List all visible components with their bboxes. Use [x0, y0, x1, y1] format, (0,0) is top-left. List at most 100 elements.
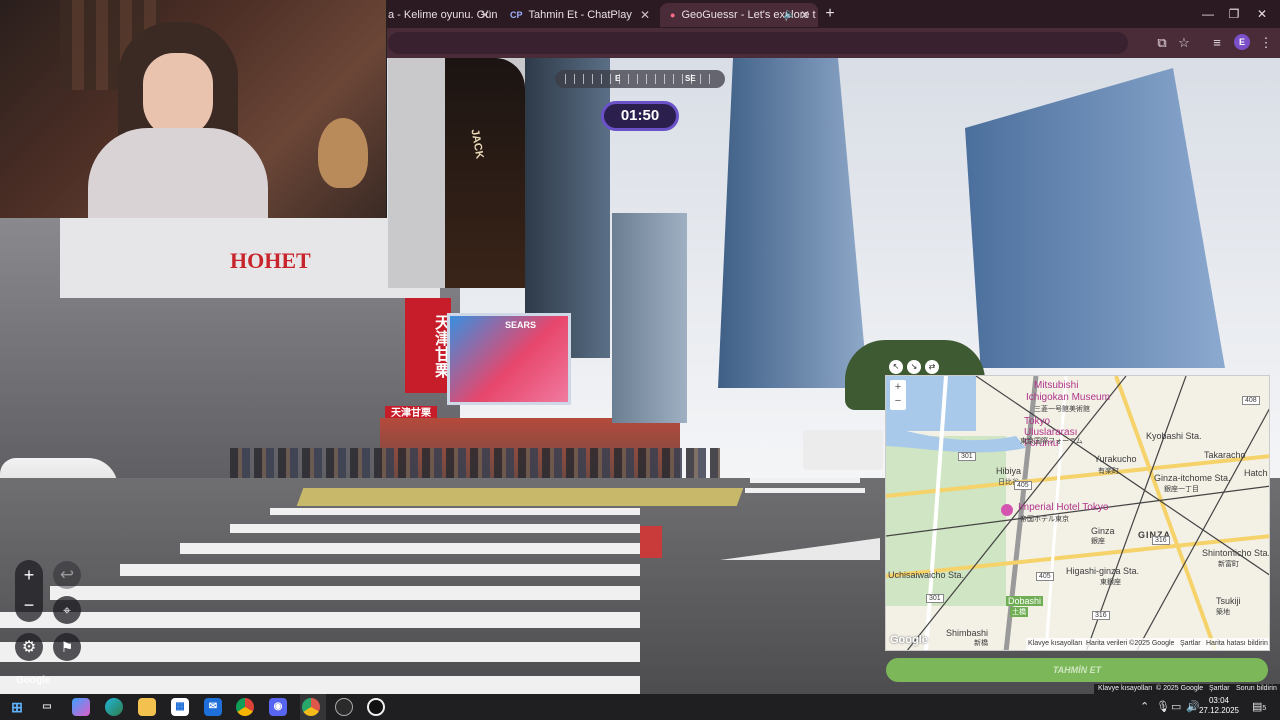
close-window-button[interactable]: ✕	[1244, 4, 1280, 24]
round-timer: 01:50	[601, 101, 679, 131]
map-zoom-out[interactable]: −	[890, 394, 906, 408]
map-road-number: 316	[1092, 611, 1110, 620]
webcam-overlay	[0, 0, 387, 218]
clock-date: 27.12.2025	[1198, 706, 1240, 715]
undo-move-button[interactable]: ↩	[53, 561, 81, 589]
map-label: 新富町	[1218, 561, 1239, 568]
webcam-person	[88, 18, 268, 218]
crosswalk-right	[745, 488, 865, 493]
compass-southeast: SE	[685, 74, 696, 83]
file-explorer-icon[interactable]	[138, 698, 156, 716]
tab-label: Tahmin Et - ChatPlay	[528, 9, 632, 21]
map-label: Ginza	[1091, 526, 1115, 536]
map-label: Imperial Hotel Tokyo	[1018, 502, 1109, 513]
map-label: 土橋	[1010, 607, 1028, 617]
tab-tahmin-et[interactable]: CP Tahmin Et - ChatPlay ✕	[500, 3, 658, 27]
map-google-logo: Google	[890, 634, 928, 646]
windows-start-icon[interactable]: ⊞	[8, 698, 26, 716]
map-report-link[interactable]: Harita hatası bildirin	[1206, 638, 1268, 650]
speaker-icon[interactable]: 🔈	[784, 3, 796, 27]
store-icon[interactable]: ▦	[171, 698, 189, 716]
map-terms-link[interactable]: Şartlar	[1180, 638, 1201, 650]
mail-icon[interactable]: ✉	[204, 698, 222, 716]
return-to-start-button[interactable]: ⌖	[53, 596, 81, 624]
map-size-controls: ↖ ↘ ⇄	[889, 356, 945, 374]
menu-kebab-icon[interactable]: ⋮	[1256, 33, 1276, 53]
billboard-bottle	[445, 58, 525, 288]
sidewalk	[296, 488, 744, 506]
display-icon[interactable]: ▭	[1171, 699, 1181, 715]
sv-terms-link[interactable]: Şartlar	[1209, 684, 1230, 694]
copilot-icon[interactable]	[72, 698, 90, 716]
vertical-sign: 天津甘栗	[405, 298, 451, 393]
guess-button[interactable]: TAHMİN ET	[886, 658, 1268, 682]
zoom-out-button[interactable]: −	[15, 590, 43, 620]
map-road-number: 408	[1242, 396, 1260, 405]
tab-close-icon[interactable]: ✕	[800, 3, 810, 27]
tab-kelime[interactable]: a - Kelime oyunu. Günlük ✕	[388, 3, 498, 27]
map-label: 築地	[1216, 609, 1230, 616]
sv-shortcuts-link[interactable]: Klavye kısayolları	[1098, 684, 1152, 694]
map-label: Takaracho	[1204, 450, 1246, 460]
map-shrink-icon[interactable]: ↘	[907, 360, 921, 374]
profile-avatar[interactable]: E	[1234, 34, 1250, 50]
task-view-icon[interactable]: ▭	[38, 698, 56, 716]
street-view-footer: Klavye kısayolları © 2025 Google Şartlar…	[1094, 684, 1280, 694]
red-curb	[640, 526, 662, 558]
address-bar[interactable]	[388, 32, 1128, 54]
flag-button[interactable]: ⚑	[53, 633, 81, 661]
map-label: Hatch	[1244, 468, 1268, 478]
system-clock[interactable]: 03:04 27.12.2025	[1196, 696, 1242, 716]
map-shortcuts-link[interactable]: Klavye kısayolları	[1028, 638, 1082, 650]
tab-close-icon[interactable]: ✕	[640, 3, 650, 27]
truck	[803, 430, 883, 470]
bookmark-star-icon[interactable]: ☆	[1174, 33, 1194, 53]
map-expand-icon[interactable]: ↖	[889, 360, 903, 374]
crosswalk-stripe	[180, 543, 640, 554]
crosswalk-stripe	[230, 524, 640, 533]
app-icon[interactable]	[367, 698, 385, 716]
map-road-number: 405	[1036, 572, 1054, 581]
guess-map[interactable]: + − Mitsubishi Ichigokan Museum 三菱一号館美術館…	[885, 375, 1270, 651]
screen-brand: SEARS	[505, 320, 537, 330]
map-road-number: 301	[958, 452, 976, 461]
install-app-icon[interactable]: ⧉	[1152, 33, 1172, 53]
tab-close-icon[interactable]: ✕	[480, 3, 490, 27]
media-queue-icon[interactable]: ≡	[1207, 33, 1227, 53]
map-label: Dobashi	[1006, 596, 1044, 606]
tray-chevron-icon[interactable]: ⌃	[1140, 699, 1149, 715]
map-road-yellow	[1114, 376, 1218, 650]
webcam-sweater	[88, 128, 268, 218]
new-tab-button[interactable]: +	[820, 4, 840, 24]
imperial-hotel-pin	[1001, 504, 1013, 516]
crosswalk-stripe	[270, 508, 640, 515]
zoom-in-button[interactable]: +	[15, 560, 43, 590]
map-label: Yurakucho	[1094, 454, 1137, 464]
compass-east: E	[615, 74, 621, 83]
edge-icon[interactable]	[105, 698, 123, 716]
obs-icon[interactable]	[335, 698, 353, 716]
microphone-icon[interactable]: 🎙	[1156, 699, 1170, 715]
flag-icon: ⚑	[60, 639, 74, 655]
chrome-icon[interactable]	[236, 698, 254, 716]
crosswalk-stripe	[0, 676, 640, 694]
map-label: Uchisaiwaicho Sta.	[888, 570, 965, 580]
discord-icon[interactable]: ◉	[269, 698, 287, 716]
compass-bar: E SE	[555, 70, 725, 88]
active-app-indicator	[300, 694, 326, 720]
gear-icon: ⚙	[21, 639, 37, 656]
map-pin-icon: ●	[670, 10, 676, 20]
crosswalk-stripe	[0, 612, 640, 628]
chatplay-favicon: CP	[510, 10, 523, 20]
map-label: Higashi-ginza Sta.	[1066, 566, 1140, 576]
sv-report-link[interactable]: Sorun bildirin	[1236, 684, 1277, 694]
notification-icon[interactable]: ▤5	[1252, 699, 1266, 717]
sv-copyright: © 2025 Google	[1156, 685, 1204, 692]
map-pin-toggle-icon[interactable]: ⇄	[925, 360, 939, 374]
webcam-plush-toy	[318, 118, 368, 188]
map-label: 銀座	[1091, 538, 1105, 545]
map-road-number: 301	[926, 594, 944, 603]
settings-button[interactable]: ⚙	[15, 633, 43, 661]
map-zoom-in[interactable]: +	[890, 380, 906, 394]
tab-geoguessr[interactable]: ● GeoGuessr - Let's explore t 🔈 ✕	[660, 3, 818, 27]
